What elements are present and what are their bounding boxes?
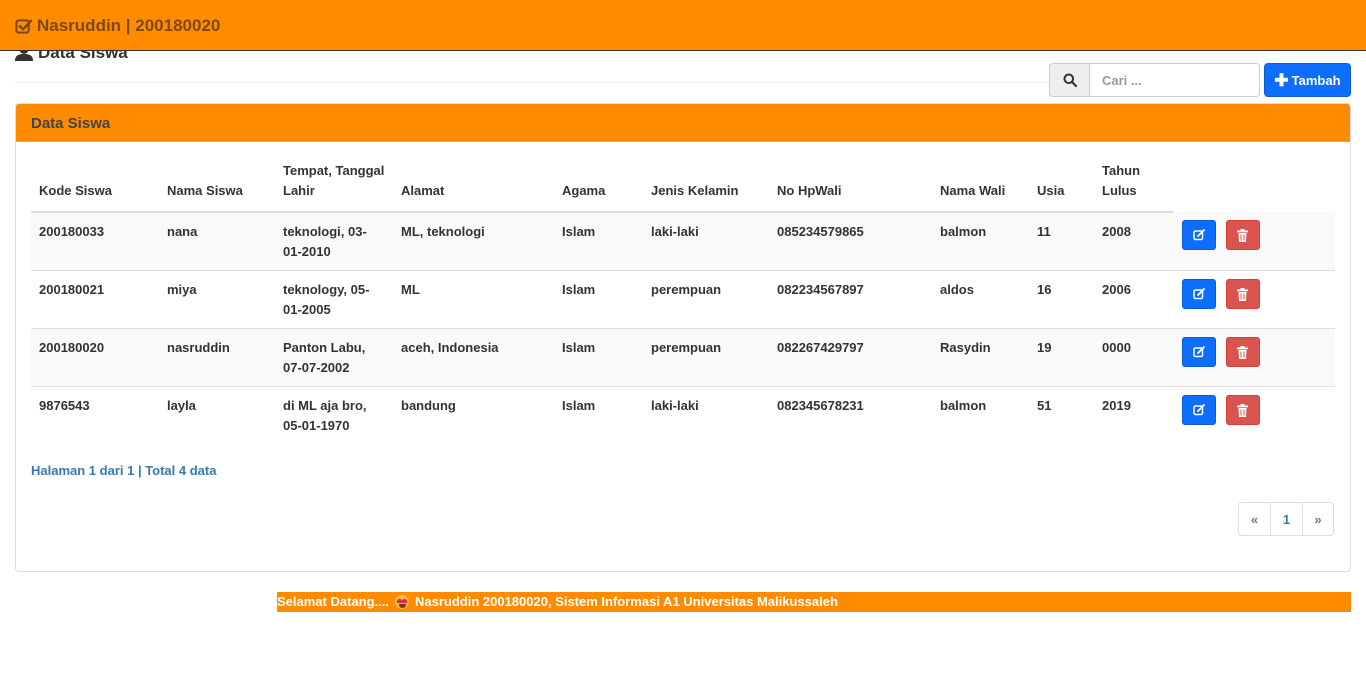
delete-button[interactable]	[1225, 337, 1260, 367]
cell-usia: 19	[1029, 328, 1094, 387]
cell-hp: 082234567897	[769, 270, 932, 329]
cell-ttl: teknology, 05-01-2005	[275, 270, 393, 329]
cell-nama: layla	[159, 386, 275, 444]
cell-kode: 200180020	[31, 328, 159, 387]
col-agama[interactable]: Agama	[554, 161, 643, 213]
cell-jenis-kelamin: perempuan	[643, 270, 769, 329]
table-row: 200180033 nana teknologi, 03-01-2010 ML,…	[31, 212, 1335, 271]
panel-title: Data Siswa	[16, 104, 1350, 142]
trash-icon	[1237, 228, 1249, 242]
search-input[interactable]	[1089, 63, 1260, 97]
cell-actions	[1174, 328, 1335, 387]
delete-button[interactable]	[1225, 279, 1260, 309]
star-struck-emoji-icon	[393, 594, 410, 610]
cell-jenis-kelamin: laki-laki	[643, 386, 769, 444]
cell-lulus: 2019	[1094, 386, 1174, 444]
pagination: « 1 »	[1238, 502, 1334, 536]
col-actions	[1174, 161, 1335, 212]
cell-jenis-kelamin: perempuan	[643, 328, 769, 387]
table-header-row: Kode Siswa Nama Siswa Tempat, Tanggal La…	[31, 161, 1335, 213]
student-table: Kode Siswa Nama Siswa Tempat, Tanggal La…	[31, 161, 1335, 444]
cell-wali: aldos	[932, 270, 1029, 329]
add-button-label: Tambah	[1291, 72, 1341, 88]
cell-wali: balmon	[940, 224, 987, 239]
cell-alamat: ML	[393, 270, 554, 329]
cell-actions	[1174, 212, 1335, 271]
col-tempat-tanggal-lahir[interactable]: Tempat, Tanggal Lahir	[275, 161, 393, 213]
edit-icon	[1193, 346, 1205, 358]
table-row: 200180020 nasruddin Panton Labu, 07-07-2…	[31, 328, 1335, 387]
edit-button[interactable]	[1182, 395, 1216, 425]
search-icon	[1063, 73, 1077, 87]
cell-nama: miya	[159, 270, 275, 329]
edit-icon	[1193, 404, 1205, 416]
trash-icon	[1237, 403, 1249, 417]
search-button[interactable]	[1049, 63, 1089, 97]
page-info: Halaman 1 dari 1 | Total 4 data	[31, 463, 217, 478]
marquee-text: Nasruddin 200180020, Sistem Informasi A1…	[414, 594, 838, 609]
welcome-marquee: Selamat Datang.... Nasruddin 200180020, …	[277, 592, 1351, 612]
col-usia[interactable]: Usia	[1029, 161, 1094, 213]
delete-button[interactable]	[1225, 220, 1260, 250]
data-panel: Data Siswa Kode Siswa Nama Siswa Tempat,…	[15, 103, 1351, 572]
pagination-prev[interactable]: «	[1238, 502, 1271, 536]
cell-agama: Islam	[554, 386, 643, 444]
search-group	[1049, 63, 1260, 97]
cell-lulus: 0000	[1094, 328, 1174, 387]
col-alamat[interactable]: Alamat	[393, 161, 554, 213]
delete-button[interactable]	[1225, 395, 1260, 425]
cell-alamat: aceh, Indonesia	[393, 328, 554, 387]
cell-nama: nasruddin	[159, 328, 275, 387]
navbar: Nasruddin | 200180020	[0, 0, 1366, 51]
cell-usia: 51	[1029, 386, 1094, 444]
col-jenis-kelamin[interactable]: Jenis Kelamin	[643, 161, 769, 213]
cell-ttl: Panton Labu, 07-07-2002	[275, 328, 393, 387]
cell-jenis-kelamin: laki-laki	[651, 224, 699, 239]
cell-lulus: 2006	[1094, 270, 1174, 329]
cell-alamat: bandung	[393, 386, 554, 444]
cell-kode: 9876543	[31, 386, 159, 444]
cell-ttl: di ML aja bro, 05-01-1970	[275, 386, 393, 444]
cell-alamat: ML, teknologi	[401, 224, 485, 239]
table-row: 200180021 miya teknology, 05-01-2005 ML …	[31, 270, 1335, 329]
edit-icon	[1193, 229, 1205, 241]
cell-agama: Islam	[554, 328, 643, 387]
cell-agama: Islam	[562, 224, 596, 239]
cell-hp: 082345678231	[769, 386, 932, 444]
cell-ttl: teknologi, 03-01-2010	[283, 224, 367, 259]
pagination-page[interactable]: 1	[1270, 502, 1303, 536]
col-kode-siswa[interactable]: Kode Siswa	[31, 161, 159, 213]
edit-icon	[1193, 288, 1205, 300]
cell-actions	[1174, 386, 1335, 444]
cell-hp: 082267429797	[769, 328, 932, 387]
cell-hp: 085234579865	[777, 224, 864, 239]
col-nama-siswa[interactable]: Nama Siswa	[159, 161, 275, 213]
cell-wali: balmon	[932, 386, 1029, 444]
brand-text: Nasruddin | 200180020	[37, 16, 221, 35]
edit-button[interactable]	[1182, 220, 1216, 250]
brand-link[interactable]: Nasruddin | 200180020	[15, 16, 220, 36]
add-button[interactable]: ✚ Tambah	[1264, 63, 1351, 97]
trash-icon	[1237, 345, 1249, 359]
edit-button[interactable]	[1182, 279, 1216, 309]
cell-kode: 200180033	[39, 224, 105, 239]
plus-icon: ✚	[1274, 70, 1289, 90]
cell-wali: Rasydin	[932, 328, 1029, 387]
cell-lulus: 2008	[1102, 224, 1131, 239]
marquee-prefix: Selamat Datang....	[277, 594, 389, 609]
col-nama-wali[interactable]: Nama Wali	[932, 161, 1029, 213]
pagination-next[interactable]: »	[1302, 502, 1334, 536]
cell-actions	[1174, 270, 1335, 329]
check-square-icon	[15, 18, 32, 34]
col-no-hp-wali[interactable]: No HpWali	[769, 161, 932, 213]
col-tahun-lulus[interactable]: Tahun Lulus	[1094, 161, 1174, 213]
cell-nama: nana	[167, 224, 198, 239]
cell-usia: 11	[1037, 224, 1051, 239]
cell-usia: 16	[1029, 270, 1094, 329]
table-row: 9876543 layla di ML aja bro, 05-01-1970 …	[31, 386, 1335, 444]
trash-icon	[1237, 287, 1249, 301]
cell-kode: 200180021	[31, 270, 159, 329]
cell-agama: Islam	[554, 270, 643, 329]
edit-button[interactable]	[1182, 337, 1216, 367]
